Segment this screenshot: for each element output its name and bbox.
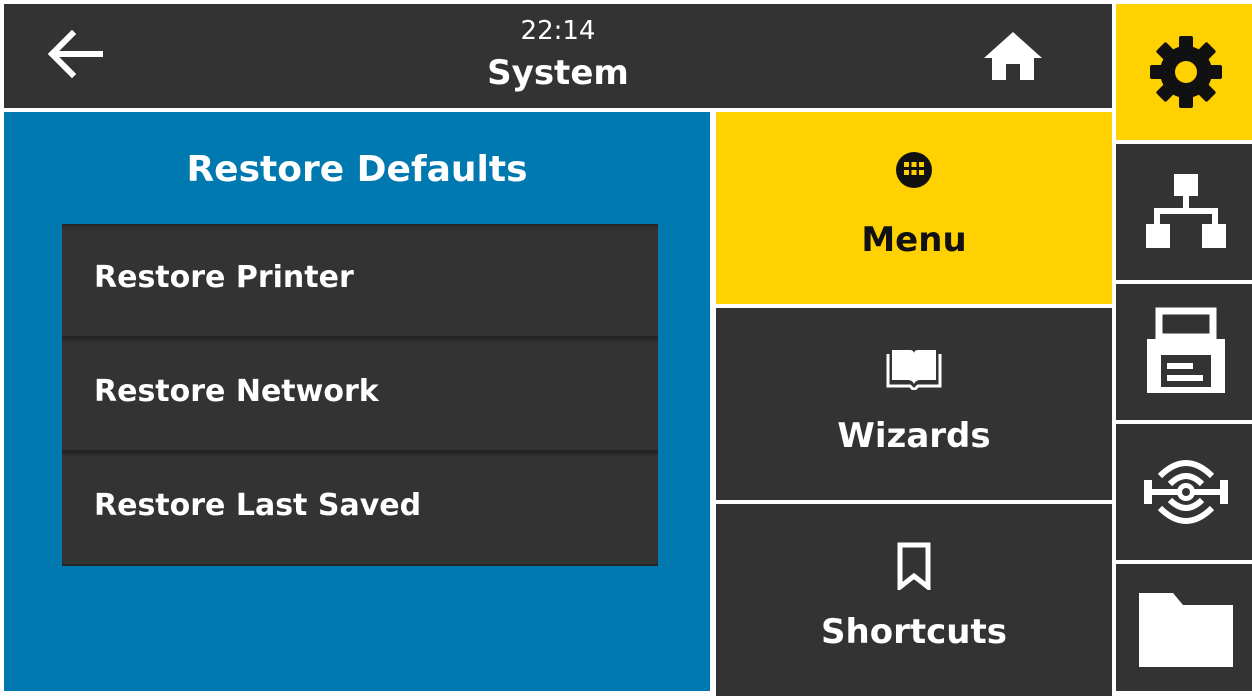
menu-grid-icon [896,152,932,188]
mode-panel: Menu Wizards Shortcuts [716,112,1112,696]
rfid-icon [1144,460,1228,524]
category-rail [1116,4,1252,691]
bookmark-icon [897,542,931,590]
wizards-label: Wizards [837,416,991,456]
network-tab[interactable] [1116,144,1252,280]
list-item-label: Restore Last Saved [94,488,422,523]
restore-options-list: Restore Printer Restore Network Restore … [62,224,658,566]
section-title: Restore Defaults [186,149,528,190]
restore-defaults-panel: Restore Defaults Restore Printer Restore… [4,112,710,691]
printer-tab[interactable] [1116,284,1252,420]
restore-printer-item[interactable]: Restore Printer [62,224,658,338]
menu-label: Menu [861,220,967,260]
page-title: System [487,53,629,93]
rfid-tab[interactable] [1116,424,1252,560]
home-icon [984,32,1042,80]
settings-tab[interactable] [1116,4,1252,140]
shortcuts-label: Shortcuts [821,612,1007,652]
book-icon [886,350,942,390]
restore-network-item[interactable]: Restore Network [62,338,658,452]
top-bar: 22:14 System [4,4,1112,108]
wizards-button[interactable]: Wizards [716,308,1112,500]
menu-button[interactable]: Menu [716,112,1112,304]
printer-icon [1147,307,1225,393]
folder-icon [1139,592,1233,667]
home-button[interactable] [978,28,1048,84]
list-item-label: Restore Network [94,374,379,409]
clock-time: 22:14 [520,16,596,46]
screen: 22:14 System Restore Defaults Restore Pr… [4,4,1252,696]
list-item-label: Restore Printer [94,260,354,295]
network-icon [1146,174,1226,248]
files-tab[interactable] [1116,564,1252,691]
gear-icon [1150,36,1222,108]
shortcuts-button[interactable]: Shortcuts [716,504,1112,696]
restore-last-saved-item[interactable]: Restore Last Saved [62,452,658,566]
